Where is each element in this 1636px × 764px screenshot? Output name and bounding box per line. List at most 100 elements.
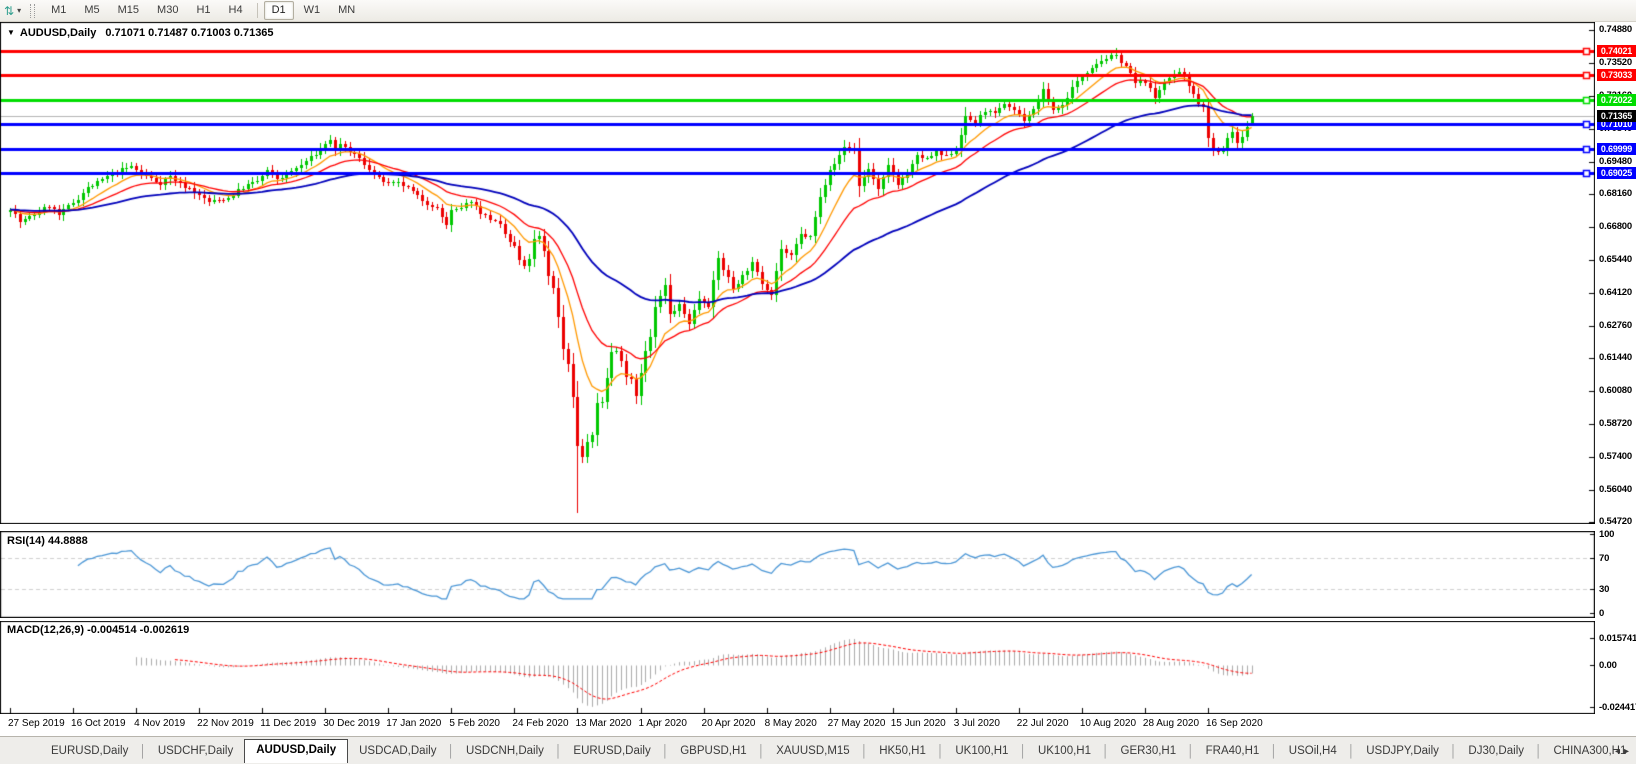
scroll-left-icon[interactable]: ◂: [1615, 746, 1624, 757]
date-axis-label: 8 May 2020: [764, 718, 817, 729]
tab-separator: │: [757, 744, 766, 758]
date-axis-label: 10 Aug 2020: [1079, 718, 1137, 729]
date-axis-label: 16 Oct 2019: [71, 718, 126, 729]
tab-separator: │: [1019, 744, 1027, 758]
chart-tab-eurusd-daily[interactable]: EURUSD,Daily: [562, 741, 661, 761]
chart-tab-eurusd-daily[interactable]: EURUSD,Daily: [40, 741, 139, 761]
date-axis-label: 20 Apr 2020: [701, 718, 756, 729]
tab-separator: │: [936, 744, 945, 758]
chart-tab-fra40-h1[interactable]: FRA40,H1: [1195, 741, 1271, 761]
price-line-badge: 0.69999: [1597, 143, 1636, 156]
date-axis-label: 30 Dec 2019: [323, 718, 380, 729]
tab-separator: │: [860, 744, 869, 758]
date-axis-label: 27 Sep 2019: [8, 718, 65, 729]
current-price-badge: 0.71365: [1597, 109, 1636, 122]
chart-tab-xauusd-m15[interactable]: XAUUSD,M15: [765, 741, 861, 761]
chart-tab-gbpusd-h1[interactable]: GBPUSD,H1: [669, 741, 757, 761]
date-axis-label: 5 Feb 2020: [449, 718, 500, 729]
price-axis-tick: 0.57400: [1599, 450, 1632, 462]
macd-label: MACD(12,26,9) -0.004514 -0.002619: [7, 624, 190, 636]
chart-tab-audusd-daily[interactable]: AUDUSD,Daily: [244, 739, 349, 763]
timeframe-button-m1[interactable]: M1: [43, 1, 74, 20]
date-axis: 27 Sep 2019 16 Oct 2019 4 Nov 2019 22 Nov 2…: [0, 714, 1600, 734]
chart-tab-usdcnh-daily[interactable]: USDCNH,Daily: [455, 741, 555, 761]
price-axis-tick: 0.69480: [1599, 155, 1632, 167]
chart-tab-uk100-h1[interactable]: UK100,H1: [944, 741, 1019, 761]
caret-down-icon[interactable]: ▾: [17, 6, 21, 15]
price-axis-tick: 0.73520: [1599, 57, 1632, 69]
price-line-badge: 0.69025: [1597, 166, 1636, 179]
price-chart-canvas[interactable]: [0, 22, 1595, 524]
timeframe-button-m15[interactable]: M15: [110, 1, 147, 20]
price-axis-tick: 0.66800: [1599, 221, 1632, 233]
tab-separator: │: [1449, 744, 1458, 758]
tab-separator: │: [1102, 744, 1110, 758]
chart-tab-dj30-daily[interactable]: DJ30,Daily: [1457, 741, 1535, 761]
chart-tabs-bar: EURUSD,Daily │ USDCHF,Daily AUDUSD,Daily USD…: [0, 736, 1636, 764]
price-axis-tick: 0.68160: [1599, 188, 1632, 199]
chart-tab-usdjpy-daily[interactable]: USDJPY,Daily: [1355, 741, 1450, 761]
price-axis-tick: 0.61440: [1599, 352, 1632, 363]
chart-tab-uk100-h1[interactable]: UK100,H1: [1027, 741, 1102, 761]
chart-tab-ger30-h1[interactable]: GER30,H1: [1110, 741, 1188, 761]
top-toolbar: ⇅ ▾ M1 M5 M15 M30 H1 H4 D1 W1 MN: [0, 0, 1636, 22]
macd-axis-tick: 0.00: [1599, 660, 1617, 671]
rsi-axis-tick: 70: [1599, 552, 1610, 564]
chart-title: ▼ AUDUSD,Daily 0.71071 0.71487 0.71003 0.7…: [7, 27, 274, 39]
macd-panel-canvas[interactable]: [0, 621, 1595, 714]
chart-symbol: AUDUSD,Daily: [19, 27, 97, 39]
rsi-label: RSI(14) 44.8888: [7, 535, 88, 547]
rsi-axis-tick: 30: [1599, 584, 1610, 596]
date-axis-label: 3 Jul 2020: [953, 718, 1000, 729]
rsi-panel-canvas[interactable]: [0, 531, 1595, 618]
date-axis-label: 27 May 2020: [827, 718, 886, 729]
cursor-tool-icon[interactable]: ⇅: [4, 2, 14, 20]
price-axis-tick: 0.60080: [1599, 385, 1632, 397]
rsi-axis-tick: 0: [1599, 608, 1605, 619]
tab-separator: │: [1347, 744, 1356, 758]
date-axis-label: 11 Dec 2019: [260, 718, 317, 729]
date-axis-label: 4 Nov 2019: [134, 718, 186, 729]
timeframe-button-group: M1 M5 M15 M30 H1 H4 D1 W1 MN: [42, 1, 364, 20]
timeframe-button-d1[interactable]: D1: [263, 1, 294, 20]
timeframe-button-w1[interactable]: W1: [296, 1, 329, 20]
date-axis-label: 22 Nov 2019: [197, 718, 254, 729]
chart-tab-usdchf-daily[interactable]: USDCHF,Daily: [147, 741, 244, 761]
chart-ohlc: 0.71071 0.71487 0.71003 0.71365: [105, 27, 274, 39]
price-axis-tick: 0.65440: [1599, 254, 1632, 266]
macd-axis-tick: 0.015741: [1599, 632, 1636, 644]
tab-separator: │: [661, 744, 670, 758]
price-line-badge: 0.73033: [1597, 69, 1636, 82]
timeframe-button-h4[interactable]: H4: [221, 1, 251, 20]
timeframe-button-mn[interactable]: MN: [330, 1, 363, 20]
mt4-window: ⇅ ▾ M1 M5 M15 M30 H1 H4 D1 W1 MN ▼ AUDUSD,Daily 0.…: [0, 0, 1636, 764]
scroll-right-icon[interactable]: ▸: [1624, 746, 1633, 757]
tab-separator: │: [1270, 744, 1278, 758]
date-axis-label: 15 Jun 2020: [890, 718, 946, 729]
timeframe-button-m30[interactable]: M30: [149, 1, 186, 20]
price-axis-tick: 0.64120: [1599, 286, 1632, 298]
price-line-badge: 0.74021: [1597, 44, 1636, 57]
chart-tab-usdcad-daily[interactable]: USDCAD,Daily: [348, 741, 447, 761]
tab-separator: │: [1535, 744, 1543, 758]
macd-axis-tick: -0.024417: [1599, 702, 1636, 714]
timeframe-button-m5[interactable]: M5: [76, 1, 107, 20]
date-axis-label: 16 Sep 2020: [1205, 718, 1263, 729]
price-axis-tick: 0.62760: [1599, 319, 1632, 331]
tab-scroll-arrows: ◂▸: [1615, 746, 1633, 757]
tab-separator: │: [447, 744, 455, 758]
price-axis-tick: 0.58720: [1599, 418, 1632, 430]
rsi-axis-tick: 100: [1599, 529, 1615, 540]
price-line-badge: 0.72022: [1597, 93, 1636, 106]
timeframe-button-h1[interactable]: H1: [188, 1, 218, 20]
chart-tab-usoil-h4[interactable]: USOil,H4: [1278, 741, 1348, 761]
date-axis-label: 1 Apr 2020: [638, 718, 687, 729]
date-axis-label: 22 Jul 2020: [1016, 718, 1069, 729]
tab-separator: │: [139, 744, 147, 758]
chart-tab-hk50-h1[interactable]: HK50,H1: [868, 741, 937, 761]
toolbar-grip[interactable]: [30, 3, 36, 18]
price-axis-tick: 0.56040: [1599, 483, 1632, 495]
date-axis-label: 13 Mar 2020: [575, 718, 632, 729]
price-axis-tick: 0.54720: [1599, 516, 1632, 527]
tab-separator: │: [1187, 744, 1195, 758]
